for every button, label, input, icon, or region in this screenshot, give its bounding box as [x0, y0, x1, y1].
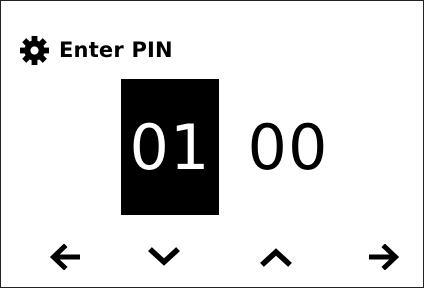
previous-field-button[interactable]: [43, 237, 87, 277]
header: Enter PIN: [19, 34, 173, 66]
pin-field-first[interactable]: 01: [121, 79, 219, 215]
chevron-down-icon: [148, 247, 180, 266]
pin-field-second[interactable]: 00: [239, 79, 337, 215]
pin-entry-screen: Enter PIN 01 00: [0, 0, 424, 288]
next-field-button[interactable]: [362, 237, 406, 277]
gear-icon: [19, 35, 50, 66]
page-title: Enter PIN: [59, 38, 173, 62]
increment-button[interactable]: [254, 237, 298, 277]
chevron-up-icon: [260, 248, 292, 267]
arrow-right-icon: [369, 244, 399, 270]
decrement-button[interactable]: [142, 237, 186, 277]
arrow-left-icon: [50, 244, 80, 270]
